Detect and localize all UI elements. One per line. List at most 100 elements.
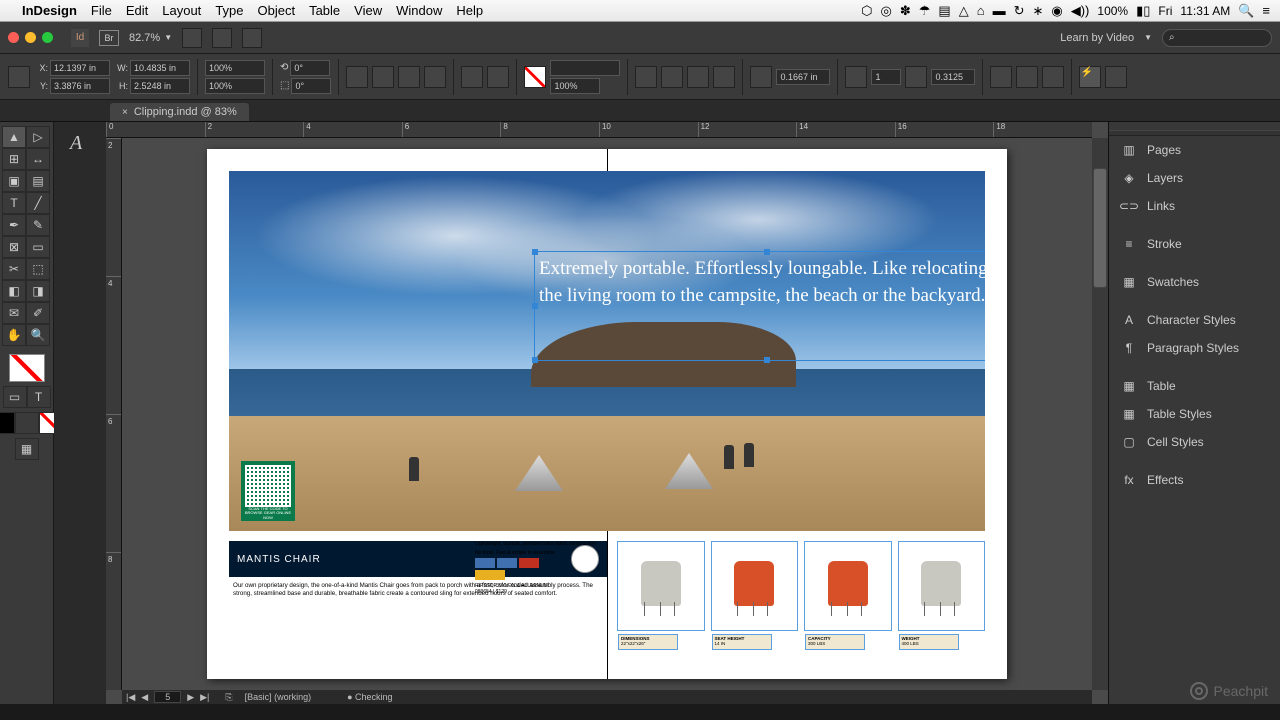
panel-layers[interactable]: ◈Layers (1109, 164, 1280, 192)
panel-table-styles[interactable]: ▦Table Styles (1109, 400, 1280, 428)
dropbox-icon[interactable]: ⬡ (861, 3, 872, 19)
formatting-container-button[interactable]: ▭ (3, 386, 27, 408)
panel-menu-button[interactable] (1105, 66, 1127, 88)
type-tool[interactable]: T (2, 192, 26, 214)
effects-button[interactable] (635, 66, 657, 88)
sync-icon[interactable]: ↻ (1014, 3, 1025, 19)
quick-apply-button[interactable]: ⚡ (1079, 66, 1101, 88)
menu-object[interactable]: Object (258, 3, 296, 18)
prev-page-button[interactable]: ◀ (141, 692, 148, 703)
reference-point-button[interactable] (8, 66, 30, 88)
next-page-button[interactable]: ▶ (187, 692, 194, 703)
text-wrap-shape-button[interactable] (713, 66, 735, 88)
screen-mode-button[interactable] (212, 28, 232, 48)
scale-x-field[interactable]: 100% (205, 60, 265, 76)
chair-card[interactable]: DIMENSIONS22"x22"x26" (617, 541, 705, 631)
x-position-field[interactable]: 12.1397 in (50, 60, 110, 76)
stroke-weight-field[interactable]: 0.1667 in (776, 69, 830, 85)
close-tab-icon[interactable]: × (122, 107, 128, 118)
menu-help[interactable]: Help (456, 3, 483, 18)
panel-swatches[interactable]: ▦Swatches (1109, 268, 1280, 296)
product-specs[interactable]: Lightweight, durable, anodized ultra fab… (475, 541, 605, 595)
line-tool[interactable]: ╱ (26, 192, 50, 214)
selected-text-frame[interactable]: Extremely portable. Effortlessly loungab… (534, 251, 985, 361)
shear-field[interactable]: 0° (291, 78, 331, 94)
open-icon[interactable]: ⎘ (225, 692, 232, 703)
minimize-window-button[interactable] (25, 32, 36, 43)
gradient-swatch-tool[interactable]: ◧ (2, 280, 26, 302)
menu-edit[interactable]: Edit (126, 3, 148, 18)
stroke-style-dropdown[interactable] (550, 60, 620, 76)
align-center-button[interactable] (1016, 66, 1038, 88)
eyedropper-tool[interactable]: ✐ (26, 302, 50, 324)
truck-icon[interactable]: ▤ (938, 3, 950, 19)
preflight-indicator[interactable]: ● Checking (347, 692, 392, 702)
text-wrap-bbox-button[interactable] (687, 66, 709, 88)
home-icon[interactable]: ⌂ (977, 3, 985, 18)
close-window-button[interactable] (8, 32, 19, 43)
apply-gradient-button[interactable] (15, 412, 39, 434)
menu-table[interactable]: Table (309, 3, 340, 18)
menu-window[interactable]: Window (396, 3, 442, 18)
select-content-button[interactable] (487, 66, 509, 88)
scale-y-field[interactable]: 100% (205, 78, 265, 94)
panel-effects[interactable]: fxEffects (1109, 466, 1280, 494)
hero-image-frame[interactable]: SCAN THE CODE TO BROWSE GEAR ONLINE NOW … (229, 171, 985, 531)
content-collector-tool[interactable]: ▣ (2, 170, 26, 192)
note-tool[interactable]: ✉ (2, 302, 26, 324)
hand-tool[interactable]: ✋ (2, 324, 26, 346)
gutter-field[interactable]: 0.3125 (931, 69, 975, 85)
notifications-icon[interactable]: ≡ (1262, 3, 1270, 18)
panel-cell-styles[interactable]: ▢Cell Styles (1109, 428, 1280, 456)
document-tab[interactable]: × Clipping.indd @ 83% (110, 103, 249, 121)
text-wrap-none-button[interactable] (661, 66, 683, 88)
formatting-text-button[interactable]: T (27, 386, 51, 408)
pen-tool[interactable]: ✒ (2, 214, 26, 236)
menu-file[interactable]: File (91, 3, 112, 18)
workspace-switcher[interactable]: Learn by Video (1060, 32, 1134, 44)
first-page-button[interactable]: |◀ (126, 692, 135, 703)
gdrive-icon[interactable]: △ (959, 3, 969, 19)
columns-field[interactable]: 1 (871, 69, 901, 85)
rotate-cw-button[interactable] (346, 66, 368, 88)
rectangle-frame-tool[interactable]: ⊠ (2, 236, 26, 258)
menu-view[interactable]: View (354, 3, 382, 18)
menu-layout[interactable]: Layout (162, 3, 201, 18)
flip-v-button[interactable] (424, 66, 446, 88)
panel-table[interactable]: ▦Table (1109, 372, 1280, 400)
panel-character-styles[interactable]: ACharacter Styles (1109, 306, 1280, 334)
maximize-window-button[interactable] (42, 32, 53, 43)
battery-icon[interactable]: ▬ (993, 3, 1006, 18)
zoom-tool[interactable]: 🔍 (26, 324, 50, 346)
chair-card[interactable]: WEIGHT400 LBS (898, 541, 986, 631)
bridge-button[interactable]: Br (99, 30, 119, 46)
rectangle-tool[interactable]: ▭ (26, 236, 50, 258)
gradient-feather-tool[interactable]: ◨ (26, 280, 50, 302)
content-placer-tool[interactable]: ▤ (26, 170, 50, 192)
panel-links[interactable]: ⊂⊃Links (1109, 192, 1280, 220)
page-tool[interactable]: ⊞ (2, 148, 26, 170)
panel-stroke[interactable]: ≡Stroke (1109, 230, 1280, 258)
cc-icon[interactable]: ◎ (881, 3, 892, 19)
bluetooth-icon[interactable]: ∗ (1032, 3, 1043, 19)
scissors-tool[interactable]: ✂ (2, 258, 26, 280)
gap-tool[interactable]: ↔ (26, 148, 50, 170)
panel-pages[interactable]: ▥Pages (1109, 136, 1280, 164)
canvas[interactable]: 024681012141618 2468 SCAN THE COD (106, 122, 1108, 704)
select-container-button[interactable] (461, 66, 483, 88)
horizontal-ruler[interactable]: 024681012141618 (106, 122, 1092, 138)
opacity-field[interactable]: 100% (550, 78, 600, 94)
view-options-button[interactable] (182, 28, 202, 48)
help-search-input[interactable]: ⌕ (1162, 29, 1272, 47)
align-top-button[interactable] (990, 66, 1012, 88)
rotation-field[interactable]: 0° (290, 60, 330, 76)
zoom-level-dropdown[interactable]: 82.7% ▼ (129, 32, 172, 44)
chair-card[interactable]: SEAT HEIGHT14 IN (711, 541, 799, 631)
spotlight-icon[interactable]: 🔍 (1238, 3, 1254, 19)
normal-view-button[interactable]: ▦ (15, 438, 39, 460)
vertical-ruler[interactable]: 2468 (106, 138, 122, 690)
fit-frame-button[interactable] (1042, 66, 1064, 88)
panel-paragraph-styles[interactable]: ¶Paragraph Styles (1109, 334, 1280, 362)
app-name[interactable]: InDesign (22, 3, 77, 18)
document-spread[interactable]: SCAN THE CODE TO BROWSE GEAR ONLINE NOW … (207, 149, 1007, 679)
